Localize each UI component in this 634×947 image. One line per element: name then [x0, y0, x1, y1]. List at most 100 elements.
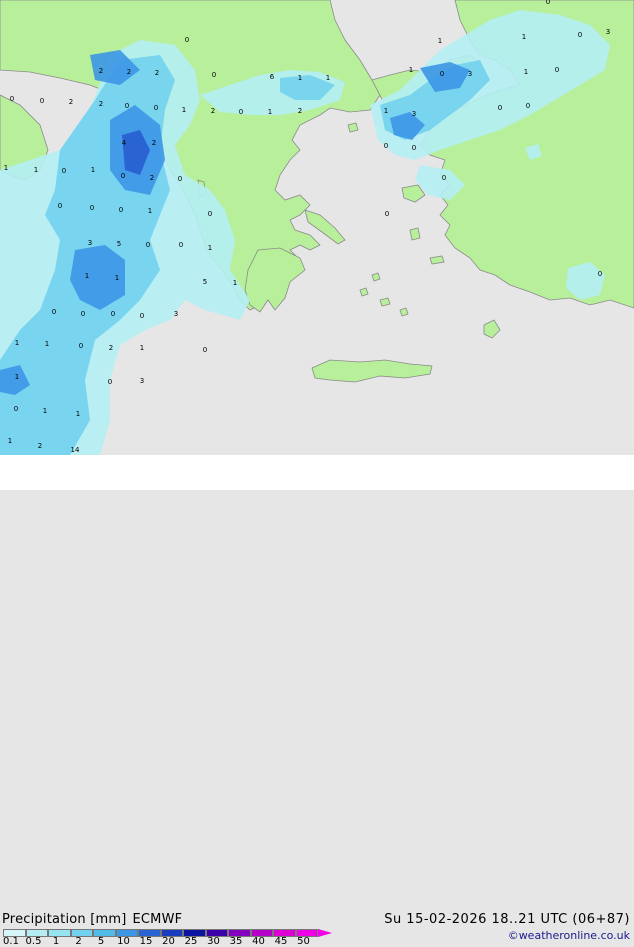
color-scale-arrow [318, 929, 332, 937]
precip-value-label: 0 [239, 108, 243, 116]
precip-value-label: 1 [268, 108, 272, 116]
precip-value-label: 1 [326, 74, 330, 82]
precip-value-label: 0 [119, 206, 123, 214]
precip-value-label: 1 [233, 279, 237, 287]
precip-value-label: 2 [127, 68, 131, 76]
precip-value-label: 1 [45, 340, 49, 348]
precip-value-label: 14 [71, 446, 80, 454]
precip-value-label: 0 [526, 102, 530, 110]
precip-value-label: 0 [384, 142, 388, 150]
precip-value-label: 0 [146, 241, 150, 249]
precipitation-map: 0222000220012014211010200001003501115100… [0, 0, 634, 947]
color-scale-label: 50 [297, 936, 310, 947]
precip-value-label: 0 [208, 210, 212, 218]
map-title: Precipitation [mm] ECMWF [2, 912, 182, 927]
precip-value-label: 2 [38, 442, 42, 450]
precip-value-label: 1 [140, 344, 144, 352]
precip-value-label: 2 [152, 139, 156, 147]
color-scale-label: 15 [139, 936, 153, 947]
color-scale-label: 5 [97, 936, 105, 947]
color-scale-label: 1 [52, 936, 60, 947]
precip-value-label: 1 [43, 407, 47, 415]
precip-value-label: 0 [442, 174, 446, 182]
precip-value-label: 0 [498, 104, 502, 112]
precip-value-label: 2 [155, 69, 159, 77]
land-cyclades-c [371, 272, 381, 282]
precip-value-label: 0 [555, 66, 559, 74]
precip-value-label: 1 [91, 166, 95, 174]
color-scale-label: 2 [75, 936, 82, 947]
color-scale-label: 0.1 [3, 936, 19, 947]
precip-value-label: 0 [62, 167, 66, 175]
precip-value-label: 0 [440, 70, 444, 78]
precip-value-label: 3 [606, 28, 610, 36]
color-scale-label: 30 [207, 936, 220, 947]
precip-value-label: 3 [468, 70, 472, 78]
color-scale-label: 10 [117, 936, 130, 947]
land-chios [409, 227, 421, 241]
precip-value-label: 0 [546, 0, 550, 6]
color-scale-label: 25 [184, 936, 198, 947]
precip-value-label: 0 [385, 210, 389, 218]
precip-value-label: 1 [115, 274, 119, 282]
precip-value-label: 1 [15, 373, 19, 381]
precip-value-label: 0 [90, 204, 94, 212]
color-scale: 0.1 0.5 1 2 5 10 15 20 25 30 35 40 45 50 [0, 927, 340, 947]
precip-value-label: 0 [578, 31, 582, 39]
precip-value-label: 5 [203, 278, 207, 286]
precip-value-label: 0 [598, 270, 602, 278]
precip-value-label: 1 [15, 339, 19, 347]
color-scale-label: 45 [274, 936, 288, 947]
precip-value-label: 1 [34, 166, 38, 174]
precip-value-label: 1 [298, 74, 302, 82]
precip-value-label: 0 [10, 95, 14, 103]
precip-value-label: 0 [40, 97, 44, 105]
precip-value-label: 0 [14, 405, 18, 413]
precip-value-label: 2 [211, 107, 215, 115]
precip-value-label: 2 [69, 98, 73, 106]
precip-value-label: 4 [122, 139, 127, 147]
precip-value-label: 5 [117, 240, 121, 248]
precip-value-label: 3 [174, 310, 178, 318]
precip-value-label: 0 [203, 346, 207, 354]
color-scale-label: 40 [252, 936, 265, 947]
precip-value-label: 2 [99, 100, 103, 108]
precip-value-label: 2 [99, 67, 103, 75]
precip-value-label: 1 [85, 272, 89, 280]
map-canvas: 02 2 2 00 0 2 2 0 0 1 2 0 14 211 010 2 00 0 0 1 003 5 0 11 1 5 10 0… [0, 0, 634, 455]
precip-value-label: 0 [125, 102, 129, 110]
map-title-text: Precipitation [mm] [2, 912, 127, 927]
credit-link[interactable]: ©weatheronline.co.uk [508, 929, 630, 942]
precip-value-label: 1 [208, 244, 212, 252]
precip-value-label: 6 [270, 73, 275, 81]
precip-value-label: 1 [409, 66, 413, 74]
map-footer: Precipitation [mm] ECMWF Su 15-02-2026 18… [0, 455, 634, 947]
precip-value-label: 0 [178, 175, 182, 183]
color-scale-label: 35 [229, 936, 243, 947]
precip-value-label: 3 [140, 377, 144, 385]
precip-value-label: 1 [182, 106, 186, 114]
color-scale-swatch [70, 929, 93, 937]
land-thasos [347, 122, 359, 133]
precip-value-label: 0 [81, 310, 85, 318]
precip-value-label: 0 [412, 144, 416, 152]
land-cyclades-d [399, 307, 409, 317]
precip-value-label: 2 [298, 107, 302, 115]
precip-value-label: 0 [108, 378, 112, 386]
precip-value-label: 1 [76, 410, 80, 418]
precip-value-label: 0 [58, 202, 62, 210]
precip-value-label: 1 [148, 207, 152, 215]
precip-value-label: 1 [8, 437, 12, 445]
precip-value-label: 0 [52, 308, 56, 316]
color-scale-label: 0.5 [25, 936, 42, 947]
precip-value-label: 1 [522, 33, 526, 41]
precip-value-label: 3 [412, 110, 416, 118]
precip-value-label: 0 [179, 241, 183, 249]
color-scale-swatch [48, 929, 71, 937]
color-scale-swatch [93, 929, 116, 937]
precip-value-label: 3 [88, 239, 92, 247]
precip-value-label: 0 [154, 104, 158, 112]
precip-value-label: 2 [150, 174, 154, 182]
precip-value-label: 0 [121, 172, 125, 180]
precip-value-label: 1 [524, 68, 528, 76]
